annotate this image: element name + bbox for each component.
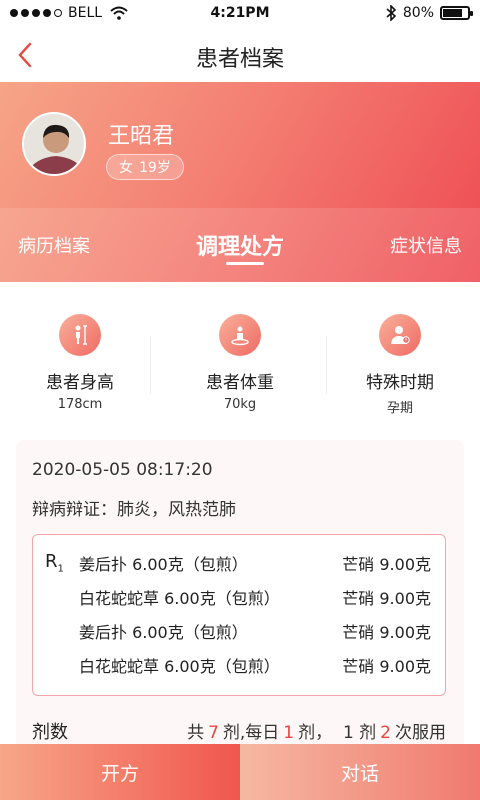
dose-times-number: 2 — [380, 723, 391, 743]
tab-medical-record[interactable]: 病历档案 — [18, 208, 90, 282]
dose-part: 共 — [187, 723, 205, 743]
prescription-time: 2020-05-05 08:17:20 — [32, 460, 213, 480]
patient-age: 19岁 — [139, 160, 171, 176]
herb-row: 姜后扑 6.00克（包煎） 芒硝 9.00克 — [79, 619, 431, 653]
tab-bar: 病历档案 调理处方 症状信息 — [0, 208, 480, 282]
dose-total-number: 7 — [208, 723, 219, 743]
dose-part: 剂， — [298, 723, 333, 743]
stat-special-period: 特殊时期 孕期 — [320, 314, 480, 416]
prescription-card: 2020-05-05 08:17:20 辩病辩证：肺炎，风热范肺 R1 姜后扑 … — [16, 440, 464, 760]
dosage-label: 剂数 — [32, 722, 68, 743]
bottom-action-bar: 开方 对话 — [0, 744, 480, 800]
stat-label: 患者体重 — [206, 373, 274, 393]
stat-weight: 患者体重 70kg — [160, 314, 320, 412]
prescribe-button[interactable]: 开方 — [0, 744, 240, 800]
herb-row: 姜后扑 6.00克（包煎） 芒硝 9.00克 — [79, 551, 431, 585]
back-icon[interactable] — [14, 40, 38, 70]
divider — [150, 336, 151, 394]
stat-value: 70kg — [223, 397, 257, 412]
tab-prescription[interactable]: 调理处方 — [196, 229, 284, 261]
special-period-icon — [379, 314, 421, 356]
patient-header: 王昭君 女 19岁 病历档案 调理处方 症状信息 — [0, 82, 480, 282]
herb-row: 白花蛇蛇草 6.00克（包煎） 芒硝 9.00克 — [79, 653, 431, 687]
avatar[interactable] — [22, 112, 86, 176]
patient-info-badge: 女 19岁 — [106, 154, 184, 180]
status-bar: BELL 4:21PM 80% — [0, 0, 480, 28]
battery-icon — [440, 6, 473, 20]
dose-daily-number: 1 — [283, 723, 295, 743]
page-title: 患者档案 — [195, 47, 284, 72]
chat-button[interactable]: 对话 — [240, 744, 480, 800]
nav-bar: 患者档案 — [0, 28, 480, 82]
battery-percent: 80% — [402, 5, 434, 21]
herb-secondary: 芒硝 9.00克 — [342, 589, 431, 608]
tab-symptoms[interactable]: 症状信息 — [390, 208, 462, 282]
active-tab-indicator — [226, 262, 264, 265]
avatar-image — [24, 114, 84, 174]
stat-value: 孕期 — [386, 401, 413, 416]
herb-row: 白花蛇蛇草 6.00克（包煎） 芒硝 9.00克 — [79, 585, 431, 619]
patient-name: 王昭君 — [108, 124, 175, 149]
status-right: 80% — [385, 5, 473, 21]
herb-secondary: 芒硝 9.00克 — [342, 623, 431, 642]
herb-list-box: R1 姜后扑 6.00克（包煎） 芒硝 9.00克 白花蛇蛇草 6.00克（包煎… — [32, 534, 446, 696]
herb-secondary: 芒硝 9.00克 — [342, 555, 431, 574]
herb-secondary: 芒硝 9.00克 — [342, 657, 431, 676]
dose-part: 次服用 — [395, 723, 446, 743]
patient-gender: 女 — [119, 160, 133, 176]
herb-name: 白花蛇蛇草 6.00克（包煎） — [79, 589, 280, 608]
stat-height: 患者身高 178cm — [0, 314, 160, 412]
stat-label: 特殊时期 — [366, 373, 434, 393]
herb-name: 白花蛇蛇草 6.00克（包煎） — [79, 657, 280, 676]
dose-part: 1 剂 — [342, 723, 377, 743]
diagnosis: 辩病辩证：肺炎，风热范肺 — [32, 500, 236, 520]
stat-label: 患者身高 — [46, 373, 114, 393]
herb-name: 姜后扑 6.00克（包煎） — [79, 623, 248, 642]
patient-stats: 患者身高 178cm 患者体重 70kg 特殊时期 孕期 — [0, 300, 480, 420]
bluetooth-icon — [386, 5, 397, 21]
stat-value: 178cm — [57, 397, 103, 412]
dosage-text: 共 7 剂,每日 1 剂， 1 剂 2 次服用 — [187, 718, 446, 743]
weight-icon — [219, 314, 261, 356]
herb-name: 姜后扑 6.00克（包煎） — [79, 555, 248, 574]
battery-level — [443, 9, 462, 17]
rx-letter: R — [45, 551, 58, 572]
rx-subscript: 1 — [57, 563, 64, 575]
rx-symbol: R1 — [45, 551, 64, 575]
height-icon — [59, 314, 101, 356]
dose-part: 剂,每日 — [222, 723, 280, 743]
